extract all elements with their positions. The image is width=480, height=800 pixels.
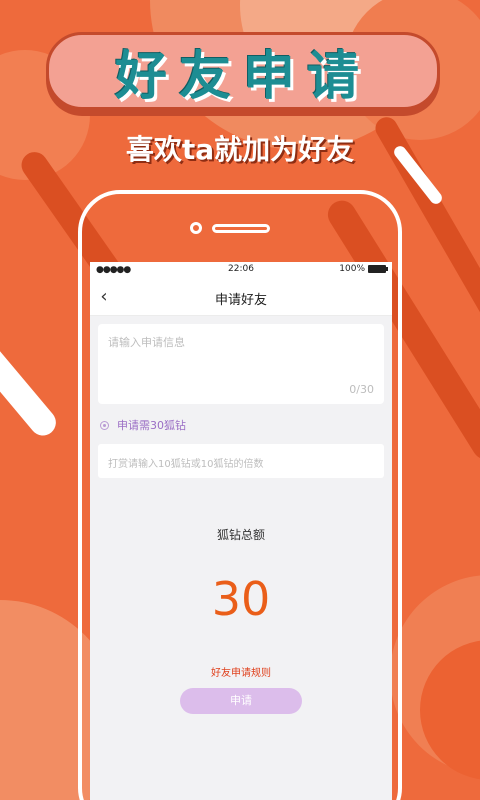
promo-banner: 好友申请 (46, 32, 440, 110)
camera-icon (190, 222, 202, 234)
tip-amount-input[interactable]: 打赏请输入10狐钻或10狐钻的倍数 (98, 444, 384, 478)
message-textarea[interactable]: 请输入申请信息 0/30 (98, 324, 384, 404)
requirement-option[interactable]: 申请需30狐钻 (100, 417, 186, 433)
nav-bar: ‹ 申请好友 (90, 278, 392, 316)
page-title: 申请好友 (214, 293, 267, 308)
requirement-label: 申请需30狐钻 (117, 419, 186, 432)
character-counter: 0/30 (349, 383, 374, 396)
battery-percent: 100% (339, 264, 365, 274)
message-placeholder: 请输入申请信息 (108, 336, 185, 349)
total-value: 30 (211, 572, 271, 626)
total-label: 狐钻总额 (216, 528, 265, 542)
speaker-icon (212, 224, 270, 233)
bg-stroke (0, 309, 62, 441)
banner-title: 好友申请 (114, 46, 371, 107)
battery-indicator: 100% (339, 264, 388, 274)
promo-subtitle: 喜欢ta就加为好友 (125, 133, 355, 166)
battery-icon (368, 265, 388, 273)
radio-icon[interactable] (100, 420, 109, 430)
status-bar: ●●●●● 22:06 100% (90, 262, 392, 278)
apply-button[interactable]: 申请 (180, 688, 302, 714)
rules-link[interactable]: 好友申请规则 (90, 664, 392, 679)
phone-screen: ●●●●● 22:06 100% ‹ 申请好友 请输入申请信息 0/30 申请需… (90, 262, 392, 800)
tip-amount-placeholder: 打赏请输入10狐钻或10狐钻的倍数 (108, 459, 264, 470)
